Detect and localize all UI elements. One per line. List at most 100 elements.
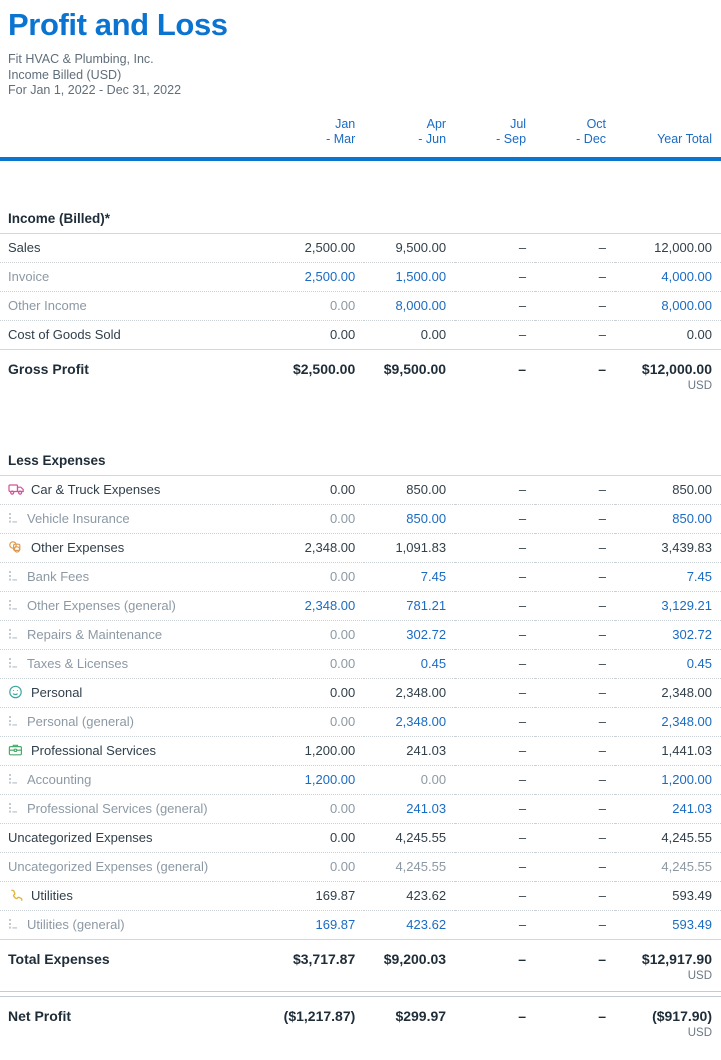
- row-label-text: Sales: [8, 239, 41, 255]
- cell-jan-mar[interactable]: 2,348.00: [273, 591, 365, 621]
- expense-rows: Car & Truck Expenses 0.00 850.00– –850.00 Ve…: [0, 474, 721, 940]
- cell-oct-dec: –: [535, 533, 616, 563]
- cell-year-total[interactable]: 241.03: [615, 794, 721, 824]
- cell-jan-mar: 0.00: [273, 504, 365, 534]
- total-expenses-year-total: $12,917.90: [641, 950, 712, 967]
- gross-profit-jan-mar: $2,500.00: [292, 360, 356, 377]
- cell-jul-sep: –: [455, 765, 536, 795]
- total-expenses-apr-jun: $9,200.03: [383, 950, 447, 967]
- row-label: Professional Services: [0, 736, 274, 766]
- cell-apr-jun[interactable]: 241.03: [364, 794, 456, 824]
- table-row: Other Expenses (general) 2,348.00 781.21– –…: [0, 591, 721, 621]
- cell-year-total[interactable]: 1,200.00: [615, 765, 721, 795]
- table-row: Professional Services (general) 0.00 241.0…: [0, 794, 721, 824]
- cell-jan-mar: 0.00: [273, 649, 365, 679]
- cell-jul-sep: –: [455, 823, 536, 853]
- net-profit-label: Net Profit: [8, 1007, 71, 1024]
- cell-jan-mar: 2,500.00: [273, 232, 365, 263]
- cell-jul-sep: –: [455, 232, 536, 263]
- indent-icon: [8, 599, 21, 611]
- gross-profit-currency: USD: [687, 379, 712, 392]
- total-expenses-label: Total Expenses: [8, 950, 110, 967]
- row-label-text: Car & Truck Expenses: [31, 481, 161, 497]
- gross-profit-label: Gross Profit: [8, 360, 89, 377]
- cell-oct-dec: –: [535, 320, 616, 350]
- cell-jul-sep: –: [455, 794, 536, 824]
- cell-jul-sep: –: [455, 474, 536, 505]
- cell-jul-sep: –: [455, 320, 536, 350]
- cell-apr-jun[interactable]: 302.72: [364, 620, 456, 650]
- shapes-icon: [8, 540, 25, 555]
- cell-apr-jun[interactable]: 0.45: [364, 649, 456, 679]
- table-row: Vehicle Insurance 0.00 850.00– –850.00: [0, 504, 721, 534]
- cell-apr-jun[interactable]: 7.45: [364, 562, 456, 592]
- row-label: Taxes & Licenses: [0, 649, 274, 679]
- cell-jan-mar[interactable]: 1,200.00: [273, 765, 365, 795]
- cell-year-total: 0.00: [615, 320, 721, 350]
- cell-oct-dec: –: [535, 620, 616, 650]
- cell-year-total[interactable]: 0.45: [615, 649, 721, 679]
- row-label: Uncategorized Expenses: [0, 823, 274, 853]
- cell-jan-mar[interactable]: 2,500.00: [273, 262, 365, 292]
- cell-apr-jun[interactable]: 781.21: [364, 591, 456, 621]
- briefcase-icon: [8, 743, 25, 758]
- total-expenses-oct-dec: –: [598, 950, 607, 967]
- income-rows: Sales 2,500.00 9,500.00– –12,000.00 Invoice 2…: [0, 232, 721, 350]
- cell-year-total[interactable]: 2,348.00: [615, 707, 721, 737]
- cell-oct-dec: –: [535, 562, 616, 592]
- cell-jan-mar: 0.00: [273, 852, 365, 882]
- cell-oct-dec: –: [535, 649, 616, 679]
- cell-jan-mar[interactable]: 169.87: [273, 910, 365, 940]
- cell-year-total: 4,245.55: [615, 852, 721, 882]
- row-label-text: Utilities (general): [27, 916, 125, 932]
- column-header-apr-jun: Apr - Jun: [418, 116, 447, 146]
- indent-icon: [8, 570, 21, 582]
- cell-apr-jun[interactable]: 8,000.00: [364, 291, 456, 321]
- cell-apr-jun[interactable]: 850.00: [364, 504, 456, 534]
- cell-jan-mar: 0.00: [273, 291, 365, 321]
- spacer: [0, 401, 721, 447]
- header-spacer: [0, 99, 273, 153]
- cell-jan-mar: 0.00: [273, 620, 365, 650]
- row-label-text: Accounting: [27, 771, 92, 787]
- cell-apr-jun[interactable]: 2,348.00: [364, 707, 456, 737]
- table-row: Car & Truck Expenses 0.00 850.00– –850.00: [0, 474, 721, 505]
- cell-oct-dec: –: [535, 591, 616, 621]
- row-label: Other Expenses (general): [0, 591, 274, 621]
- row-label: Uncategorized Expenses (general): [0, 852, 274, 882]
- cell-year-total[interactable]: 3,129.21: [615, 591, 721, 621]
- cell-year-total[interactable]: 7.45: [615, 562, 721, 592]
- total-expenses-jan-mar: $3,717.87: [292, 950, 356, 967]
- cell-year-total[interactable]: 4,000.00: [615, 262, 721, 292]
- cell-oct-dec: –: [535, 232, 616, 263]
- gross-profit-currency-row: USD: [0, 379, 721, 401]
- indent-icon: [8, 918, 21, 930]
- cell-jan-mar: 0.00: [273, 823, 365, 853]
- cell-year-total: 3,439.83: [615, 533, 721, 563]
- indent-icon: [8, 802, 21, 814]
- cell-jul-sep: –: [455, 262, 536, 292]
- cell-apr-jun: 4,245.55: [364, 852, 456, 882]
- cell-year-total[interactable]: 850.00: [615, 504, 721, 534]
- row-label-text: Utilities: [31, 887, 73, 903]
- cell-jul-sep: –: [455, 852, 536, 882]
- cell-apr-jun[interactable]: 1,500.00: [364, 262, 456, 292]
- cell-jul-sep: –: [455, 881, 536, 911]
- table-row: Utilities 169.87 423.62– –593.49: [0, 881, 721, 911]
- cell-year-total[interactable]: 8,000.00: [615, 291, 721, 321]
- cell-year-total: 593.49: [615, 881, 721, 911]
- cell-apr-jun[interactable]: 423.62: [364, 910, 456, 940]
- section-title: Income (Billed)*: [8, 210, 111, 226]
- cell-jan-mar: 0.00: [273, 707, 365, 737]
- spacer: [0, 159, 721, 205]
- company-name: Fit HVAC & Plumbing, Inc.: [8, 52, 154, 66]
- cell-apr-jun: 0.00: [364, 765, 456, 795]
- cell-year-total[interactable]: 593.49: [615, 910, 721, 940]
- table-row: Other Expenses 2,348.00 1,091.83– –3,439.83: [0, 533, 721, 563]
- page-title: Profit and Loss: [8, 7, 228, 42]
- cell-year-total[interactable]: 302.72: [615, 620, 721, 650]
- table-row: Personal (general) 0.00 2,348.00– –2,348.00: [0, 707, 721, 737]
- cell-year-total: 850.00: [615, 474, 721, 505]
- row-label: Other Expenses: [0, 533, 274, 563]
- net-profit-oct-dec: –: [598, 1007, 607, 1024]
